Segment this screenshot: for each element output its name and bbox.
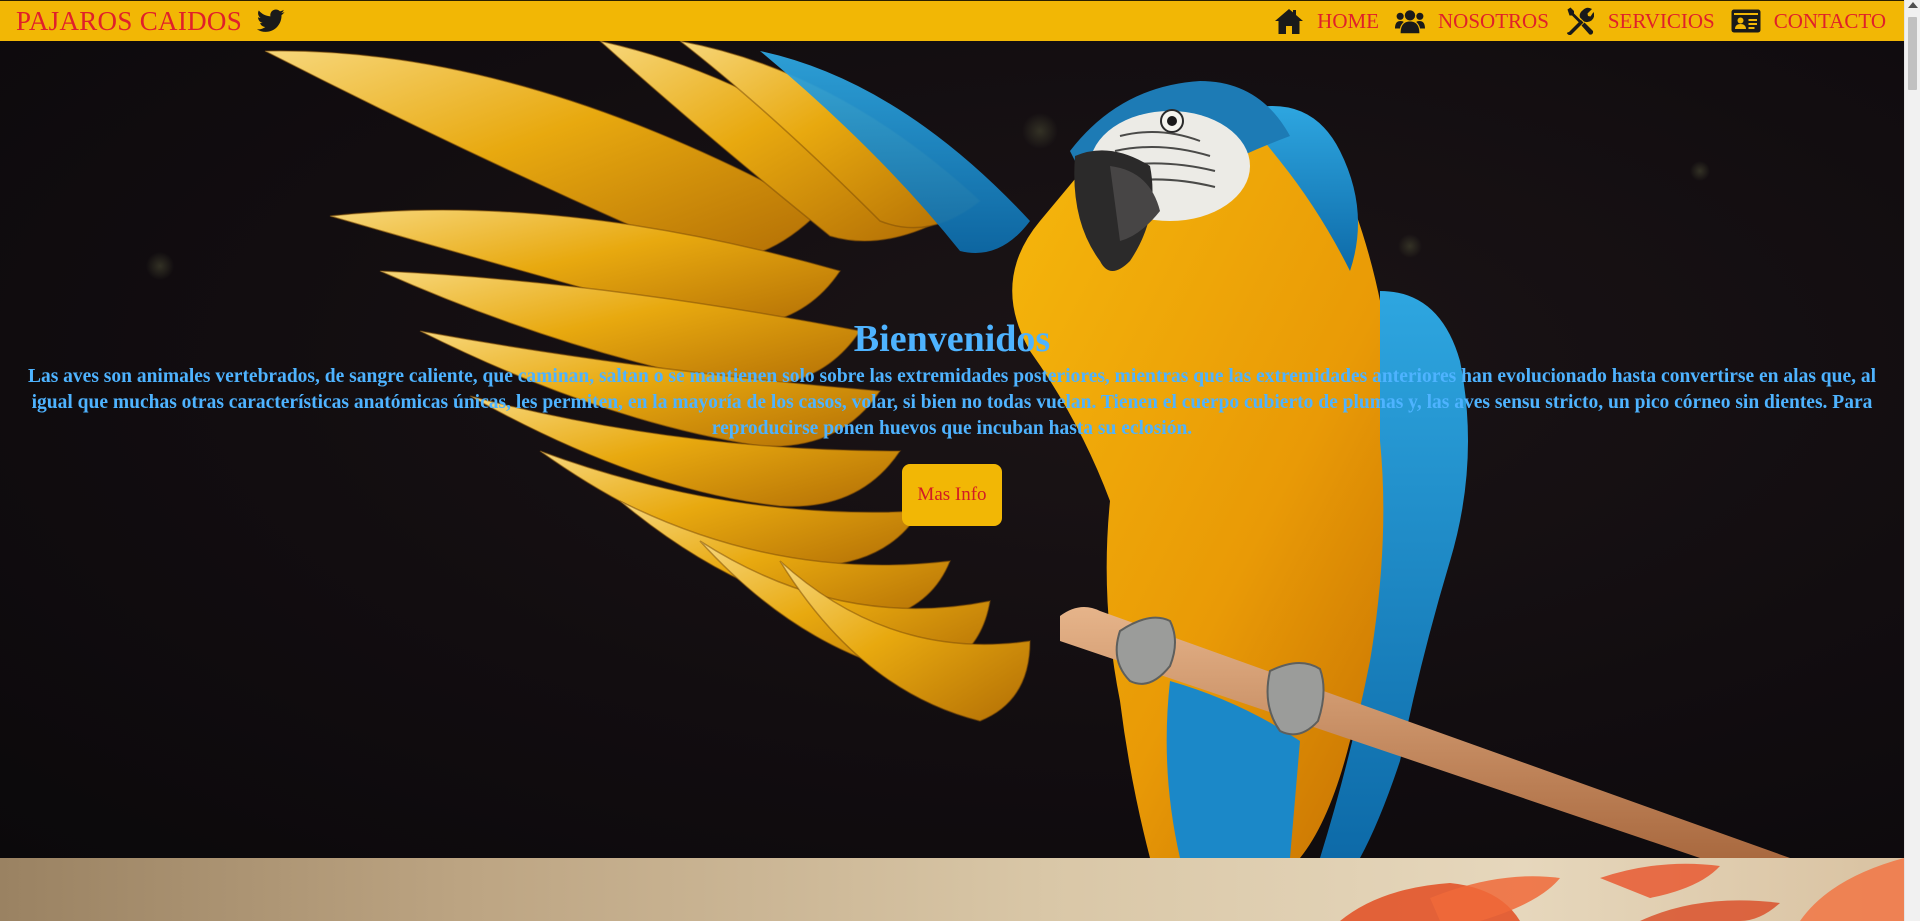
hero-content: Bienvenidos Las aves son animales verteb… (0, 316, 1904, 526)
hero-description: Las aves son animales vertebrados, de sa… (27, 366, 1877, 439)
hero-title: Bienvenidos (853, 318, 1051, 360)
nav-home[interactable]: HOME (1274, 7, 1379, 35)
nav-servicios[interactable]: SERVICIOS (1565, 7, 1715, 35)
home-icon[interactable] (1274, 7, 1304, 35)
vertical-scrollbar[interactable] (1904, 0, 1920, 921)
top-navigation-bar: PAJAROS CAIDOS HOME NOSOTROS SERVICIOS C… (0, 0, 1904, 41)
users-icon[interactable] (1395, 7, 1426, 35)
nav-contacto-label[interactable]: CONTACTO (1774, 9, 1886, 34)
nav-contacto[interactable]: CONTACTO (1731, 7, 1886, 35)
brand-title[interactable]: PAJAROS CAIDOS (16, 6, 242, 37)
address-card-icon[interactable] (1731, 7, 1761, 35)
hero-section: Bienvenidos Las aves son animales verteb… (0, 41, 1904, 858)
scroll-up-arrow-icon[interactable] (1908, 2, 1918, 8)
mas-info-button[interactable]: Mas Info (902, 464, 1002, 526)
twitter-bird-icon[interactable] (257, 9, 285, 33)
tools-icon[interactable] (1565, 7, 1595, 35)
nav-home-label[interactable]: HOME (1317, 9, 1379, 34)
autumn-leaves-image (1340, 858, 1904, 921)
nav-servicios-label[interactable]: SERVICIOS (1608, 9, 1715, 34)
nav-nosotros-label[interactable]: NOSOTROS (1438, 9, 1549, 34)
scrollbar-thumb[interactable] (1908, 17, 1917, 90)
brand[interactable]: PAJAROS CAIDOS (16, 6, 285, 37)
main-nav: HOME NOSOTROS SERVICIOS CONTACTO (1258, 7, 1886, 35)
nav-nosotros[interactable]: NOSOTROS (1395, 7, 1549, 35)
next-section-banner (0, 858, 1904, 921)
